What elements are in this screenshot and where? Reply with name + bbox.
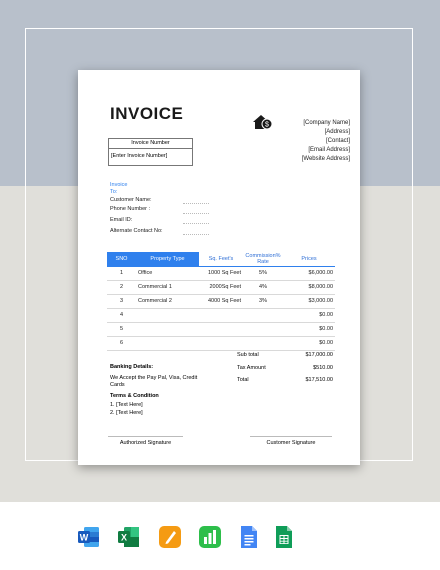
customer-name-field[interactable] xyxy=(183,202,209,204)
subtotal-label: Sub total xyxy=(237,352,259,358)
email-id-label: Email ID: xyxy=(110,217,133,223)
row-sno: 5 xyxy=(107,322,136,337)
table-row: 3 Commercial 2 4000 Sq Feet 3% $3,000.00 xyxy=(107,294,335,309)
header-sno: SNO xyxy=(107,252,136,267)
table-header-row: SNO Property Type Sq. Feet's Commission%… xyxy=(107,252,335,267)
row-sq-feet: 1000 Sq Feet xyxy=(199,266,243,281)
word-icon[interactable]: W xyxy=(77,524,101,550)
header-property-type: Property Type xyxy=(136,252,199,267)
phone-number-field[interactable] xyxy=(183,212,209,214)
row-price: $3,000.00 xyxy=(283,294,335,309)
table-row: 2 Commercial 1 2000Sq Feet 4% $8,000.00 xyxy=(107,280,335,295)
table-row: 1 Office 1000 Sq Feet 5% $6,000.00 xyxy=(107,266,335,281)
invoice-to-label: Invoice To: xyxy=(110,182,127,196)
company-block: [Company Name] [Address] [Contact] [Emai… xyxy=(302,119,350,164)
tax-row: Tax Amount $510.00 xyxy=(237,365,335,373)
terms-heading: Terms & Condition xyxy=(110,393,159,399)
house-dollar-logo-icon: $ xyxy=(252,113,274,131)
table-row: 6 $0.00 xyxy=(107,336,335,351)
items-table: SNO Property Type Sq. Feet's Commission%… xyxy=(107,252,335,351)
row-price: $6,000.00 xyxy=(283,266,335,281)
total-label: Total xyxy=(237,377,249,383)
row-sno: 6 xyxy=(107,336,136,351)
row-sq-feet xyxy=(199,322,243,337)
invoice-to-line1: Invoice xyxy=(110,182,128,188)
terms-item: 2. [Text Here] xyxy=(110,410,143,416)
banking-text: We Accept the Pay Pal, Visa, Credit Card… xyxy=(110,375,198,388)
row-sq-feet xyxy=(199,336,243,351)
tax-label: Tax Amount xyxy=(237,365,266,371)
banking-heading: Banking Details: xyxy=(110,364,154,370)
row-sq-feet: 4000 Sq Feet xyxy=(199,294,243,309)
row-commission-rate: 5% xyxy=(243,266,283,281)
invoice-number-box: Invoice Number [Enter Invoice Number] xyxy=(108,138,193,166)
row-sno: 1 xyxy=(107,266,136,281)
terms-item: 1. [Text Here] xyxy=(110,402,143,408)
invoice-title: INVOICE xyxy=(110,104,184,123)
alternate-contact-field[interactable] xyxy=(183,233,209,235)
authorized-signature-line xyxy=(108,436,183,437)
header-prices: Prices xyxy=(283,252,335,267)
alternate-contact-label: Alternate Contact No: xyxy=(110,228,163,234)
company-contact: [Contact] xyxy=(325,138,350,144)
total-value: $17,510.00 xyxy=(305,377,333,383)
invoice-to-line2: To: xyxy=(110,189,118,195)
phone-number-label: Phone Number : xyxy=(110,206,151,212)
row-price: $0.00 xyxy=(283,308,335,323)
svg-text:X: X xyxy=(121,533,127,543)
row-property-type xyxy=(136,322,199,337)
row-sq-feet: 2000Sq Feet xyxy=(199,280,243,295)
customer-signature-label: Customer Signature xyxy=(266,440,316,446)
numbers-icon[interactable] xyxy=(198,524,222,550)
subtotal-value: $17,000.00 xyxy=(305,352,333,358)
customer-signature-line xyxy=(250,436,332,437)
company-website: [Website Address] xyxy=(301,156,350,162)
invoice-number-label: Invoice Number xyxy=(109,139,192,149)
pages-icon[interactable] xyxy=(158,524,182,550)
authorized-signature-label: Authorized Signature xyxy=(119,440,172,446)
subtotal-row: Sub total $17,000.00 xyxy=(237,352,335,360)
row-commission-rate xyxy=(243,322,283,337)
row-commission-rate xyxy=(243,308,283,323)
invoice-number-field[interactable]: [Enter Invoice Number] xyxy=(109,149,192,163)
svg-text:W: W xyxy=(80,533,89,543)
table-row: 5 $0.00 xyxy=(107,322,335,337)
tax-value: $510.00 xyxy=(313,365,333,371)
row-price: $0.00 xyxy=(283,336,335,351)
row-sno: 2 xyxy=(107,280,136,295)
header-sq-feet: Sq. Feet's xyxy=(199,252,243,267)
row-commission-rate: 4% xyxy=(243,280,283,295)
invoice-document: INVOICE $ [Company Name] [Address] [Cont… xyxy=(78,70,360,465)
company-email: [Email Address] xyxy=(308,147,350,153)
table-row: 4 $0.00 xyxy=(107,308,335,323)
row-commission-rate xyxy=(243,336,283,351)
customer-name-label: Customer Name: xyxy=(110,197,152,203)
excel-icon[interactable]: X xyxy=(117,524,141,550)
row-property-type: Commercial 1 xyxy=(136,280,199,295)
total-row: Total $17,510.00 xyxy=(237,377,335,385)
row-price: $0.00 xyxy=(283,322,335,337)
google-sheets-icon[interactable] xyxy=(272,524,296,550)
row-property-type: Commercial 2 xyxy=(136,294,199,309)
row-property-type xyxy=(136,336,199,351)
svg-text:$: $ xyxy=(265,122,269,129)
row-price: $8,000.00 xyxy=(283,280,335,295)
email-id-field[interactable] xyxy=(183,222,209,224)
row-property-type: Office xyxy=(136,266,199,281)
row-property-type xyxy=(136,308,199,323)
header-commission-rate: Commission% Rate xyxy=(243,252,283,267)
company-name: [Company Name] xyxy=(303,120,350,126)
row-sq-feet xyxy=(199,308,243,323)
row-commission-rate: 3% xyxy=(243,294,283,309)
google-docs-icon[interactable] xyxy=(237,524,261,550)
row-sno: 3 xyxy=(107,294,136,309)
company-address: [Address] xyxy=(324,129,350,135)
row-sno: 4 xyxy=(107,308,136,323)
